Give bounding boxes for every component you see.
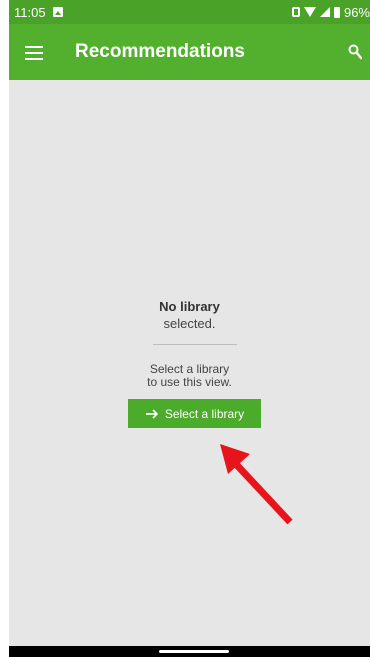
divider: [153, 344, 237, 345]
battery-percent: 96%: [343, 4, 370, 20]
search-icon[interactable]: [348, 44, 362, 60]
empty-state-subtitle: selected.: [163, 316, 216, 331]
signal-icon: [319, 7, 330, 17]
wifi-icon: [303, 7, 316, 17]
main-content: No library selected. Select a library to…: [9, 80, 370, 646]
status-bar: 11:05 96%: [9, 0, 370, 24]
status-time: 11:05: [14, 4, 46, 20]
select-library-label: Select a library: [164, 406, 245, 421]
navigation-bar: [9, 646, 370, 657]
hint-line-2: to use this view.: [147, 375, 232, 389]
page-title: Recommendations: [75, 41, 245, 62]
phone-screen: 11:05 96% Recommendations No library sel…: [9, 0, 370, 657]
battery-icon: [333, 6, 340, 18]
home-gesture-handle[interactable]: [159, 650, 229, 653]
vibrate-icon: [291, 7, 300, 17]
select-library-button[interactable]: Select a library: [128, 399, 261, 428]
empty-state-hint: Select a library to use this view.: [9, 363, 370, 389]
image-notification-icon: [52, 7, 63, 17]
annotation-arrow-icon: [220, 444, 293, 525]
empty-state-title: No library: [159, 299, 220, 314]
status-right-group: 96%: [291, 4, 370, 20]
menu-icon[interactable]: [25, 46, 43, 60]
arrow-right-icon: [145, 408, 158, 419]
app-bar: Recommendations: [9, 24, 370, 80]
